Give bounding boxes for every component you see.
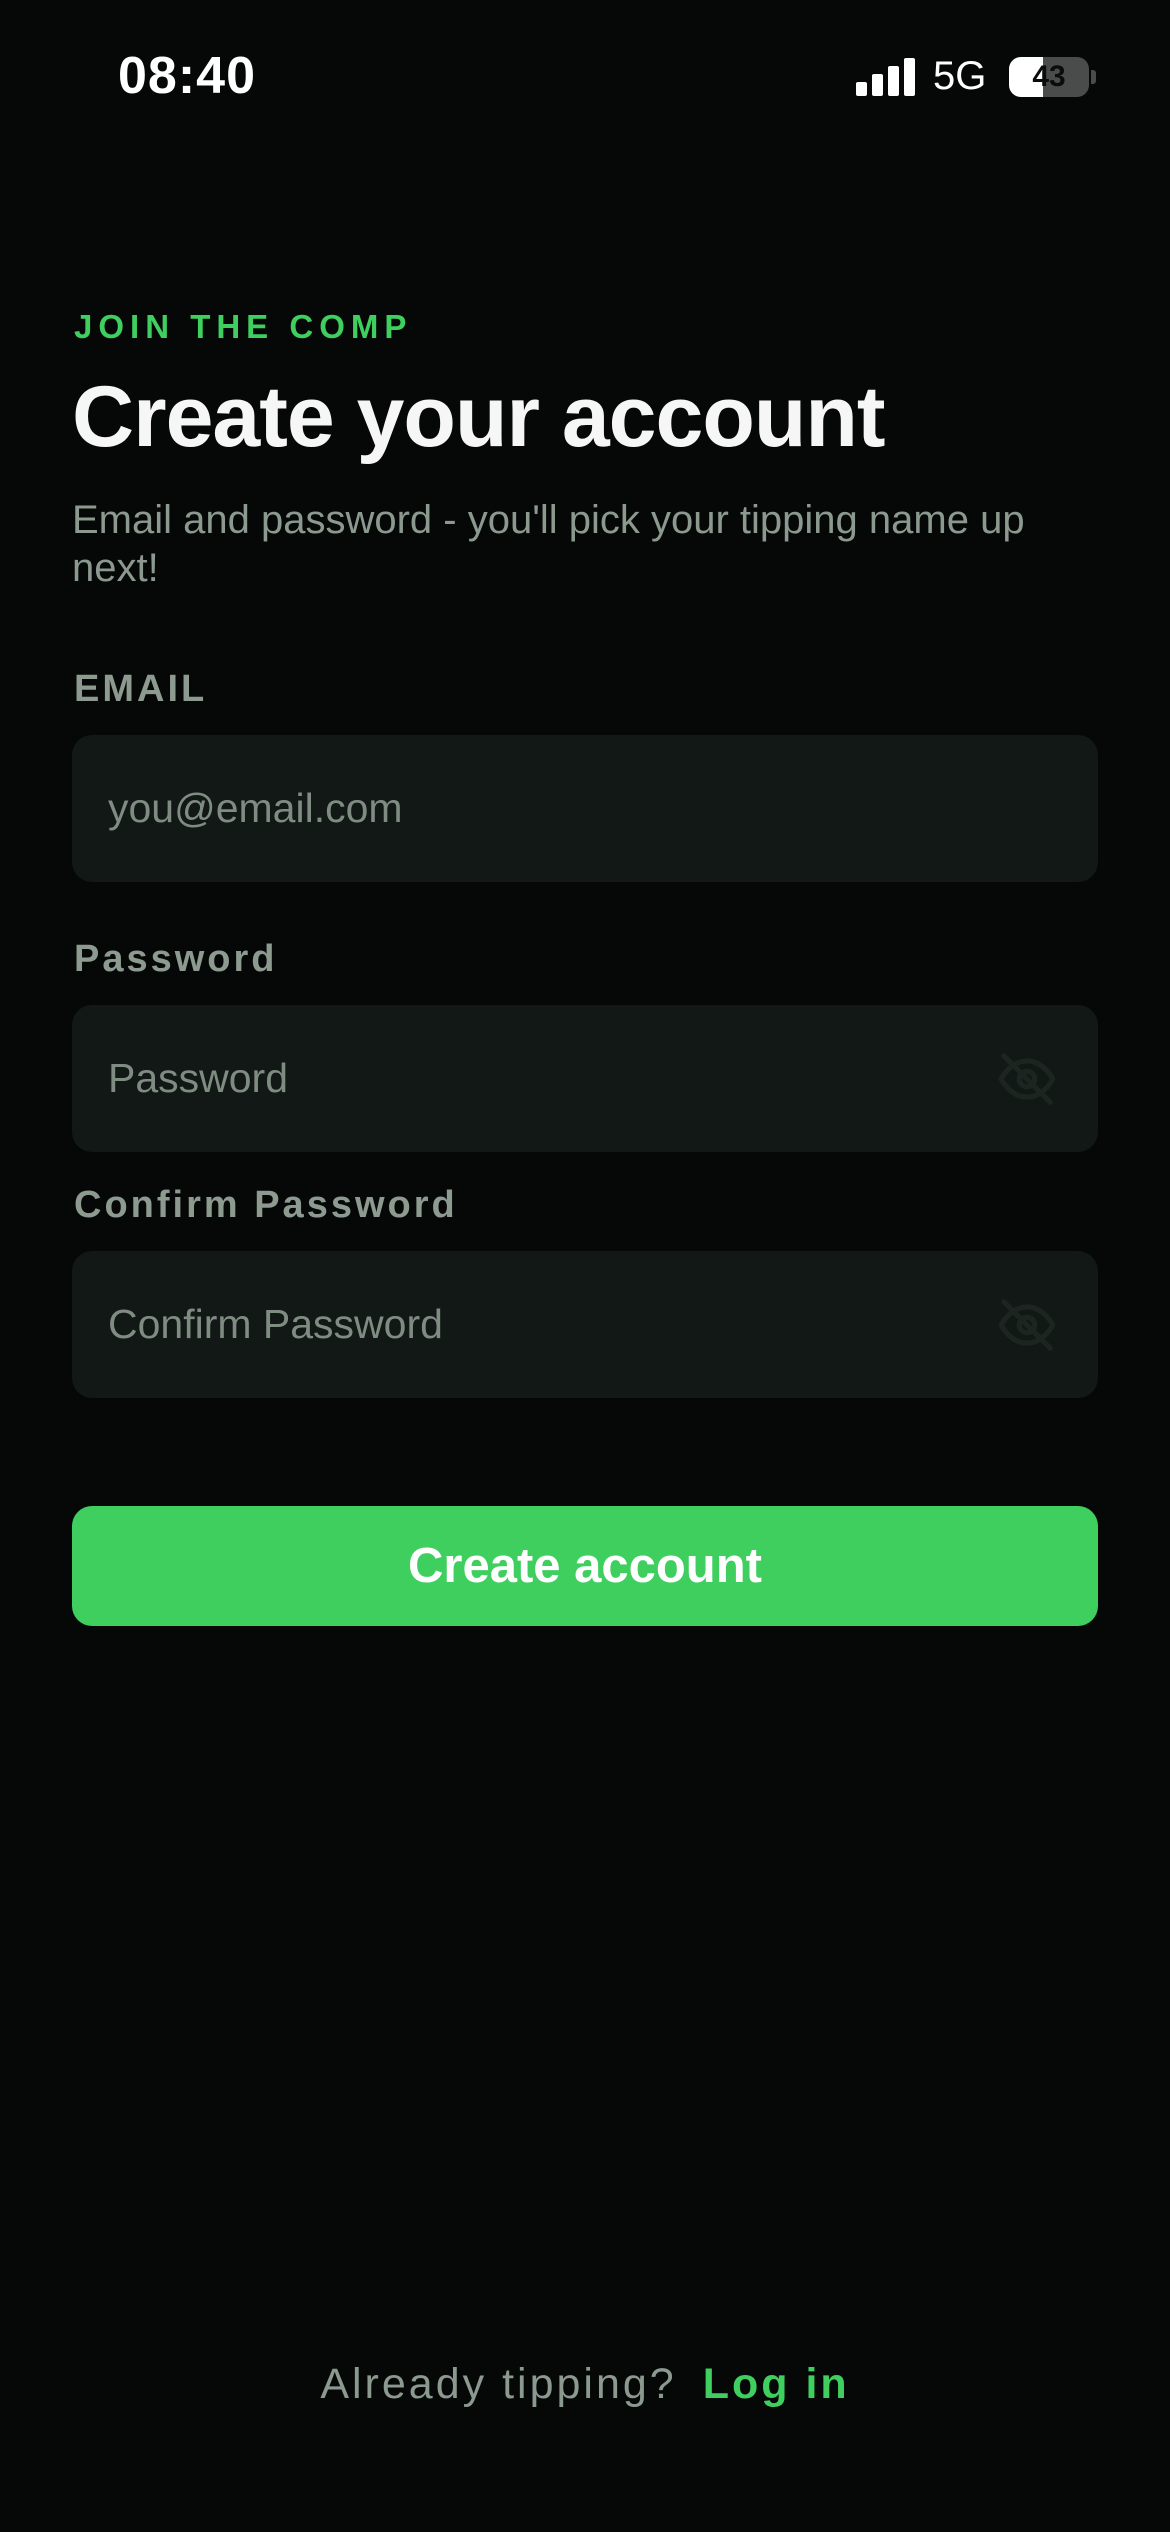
eye-off-icon[interactable] (996, 1294, 1058, 1356)
battery-nub (1091, 70, 1096, 84)
cellular-signal-icon (856, 58, 916, 96)
page-title: Create your account (72, 369, 886, 465)
eyebrow-label: JOIN THE COMP (74, 308, 413, 345)
status-time: 08:40 (118, 47, 256, 105)
confirm-password-label: Confirm Password (74, 1184, 458, 1226)
confirm-password-field-container (72, 1251, 1098, 1398)
email-label: EMAIL (74, 668, 208, 710)
network-type: 5G (933, 54, 987, 98)
password-field[interactable] (108, 1005, 988, 1152)
page-subtitle: Email and password - you'll pick your ti… (72, 498, 1025, 590)
eye-off-icon[interactable] (996, 1048, 1058, 1110)
email-field[interactable] (108, 735, 988, 882)
password-field-container (72, 1005, 1098, 1152)
login-prompt-text: Already tipping? (320, 2360, 677, 2408)
battery-percent: 43 (1032, 60, 1066, 93)
battery-icon: 43 (1009, 57, 1089, 97)
password-label: Password (74, 938, 278, 980)
login-link[interactable]: Log in (703, 2360, 850, 2408)
create-account-button[interactable]: Create account (72, 1506, 1098, 1626)
confirm-password-field[interactable] (108, 1251, 988, 1398)
status-bar: 08:40 5G 43 (0, 0, 1170, 150)
login-prompt: Already tipping? Log in (0, 2360, 1170, 2409)
email-field-container (72, 735, 1098, 882)
